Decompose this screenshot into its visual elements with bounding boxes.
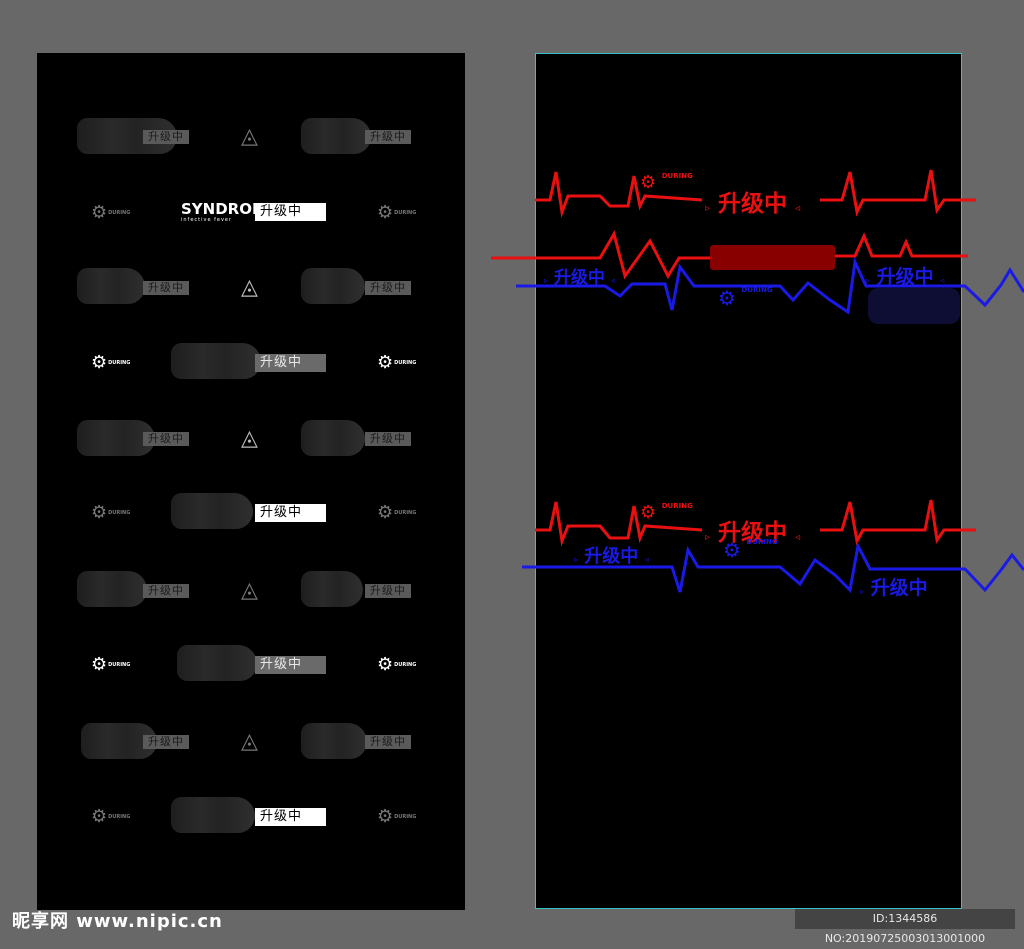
image-id-watermark: ID:1344586 NO:20190725003013001000 <box>795 909 1015 945</box>
red-pulse-line-middle-right <box>835 232 968 258</box>
upgrade-label-text: 升级中 <box>718 191 788 217</box>
upgrade-label-blue-bottom-left: ▹ 升级中 ◃ <box>574 542 649 568</box>
gear-logo-blue-top: ⚙ DURING <box>718 286 773 310</box>
play-marker-icon: ◃ <box>610 276 615 285</box>
upgrade-label-red-top: ▹ 升级中 ◃ <box>705 184 800 218</box>
play-marker-icon: ◃ <box>940 276 945 285</box>
gear-logo-red-bottom: ⚙ DURING <box>640 502 693 523</box>
blue-blurred-block <box>868 288 960 324</box>
play-marker-icon: ▹ <box>705 203 711 214</box>
red-blurred-block <box>710 245 835 270</box>
upgrade-label-text: 升级中 <box>870 577 928 599</box>
gear-logo-red-top: ⚙ DURING <box>640 172 693 193</box>
gear-logo-text: DURING <box>746 538 778 546</box>
upgrade-label-text: 升级中 <box>876 266 934 288</box>
upgrade-label-blue-bottom-right: ▹ 升级中 <box>860 573 928 600</box>
play-marker-icon: ▹ <box>544 276 549 285</box>
play-marker-icon: ◃ <box>644 555 649 564</box>
gear-icon: ⚙ <box>718 286 736 310</box>
gear-logo-text: DURING <box>661 172 693 180</box>
red-heartbeat-line-top-right <box>820 169 976 217</box>
play-marker-icon: ▹ <box>574 555 579 564</box>
site-watermark: 昵享网 www.nipic.cn <box>12 911 223 932</box>
upgrade-label-text: 升级中 <box>584 546 639 567</box>
red-heartbeat-line-bottom-right <box>820 499 976 546</box>
play-marker-icon: ▹ <box>860 587 865 596</box>
upgrade-label-blue-top-right: ▹ 升级中 ◃ <box>866 262 944 289</box>
gear-logo-text: DURING <box>661 502 693 510</box>
gear-logo-text: DURING <box>741 286 773 294</box>
gear-icon: ⚙ <box>640 502 657 523</box>
gear-icon: ⚙ <box>723 538 741 562</box>
play-marker-icon: ◃ <box>795 203 801 214</box>
play-marker-icon: ◃ <box>795 532 801 543</box>
upgrade-label-blue-top-left: ▹ 升级中 ◃ <box>544 263 615 288</box>
gear-icon: ⚙ <box>640 172 657 193</box>
gear-logo-blue-bottom: ⚙ DURING <box>723 538 778 562</box>
heartbeat-lines <box>491 169 1024 594</box>
play-marker-icon: ▹ <box>866 276 871 285</box>
play-marker-icon: ▹ <box>705 532 711 543</box>
upgrade-label-text: 升级中 <box>553 268 605 288</box>
